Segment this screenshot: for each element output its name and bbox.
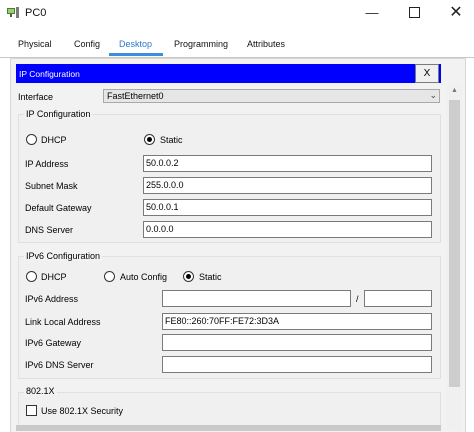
interface-value: FastEthernet0 — [107, 91, 164, 101]
subnet-mask-field[interactable]: 255.0.0.0 — [143, 177, 432, 194]
ipv6-auto-config-radio[interactable] — [104, 271, 115, 282]
chevron-down-icon: ⌄ — [429, 90, 437, 100]
tab-physical[interactable]: Physical — [18, 39, 52, 49]
subnet-mask-label: Subnet Mask — [25, 181, 78, 191]
vertical-scrollbar[interactable]: ▲ — [447, 84, 462, 431]
ipv6-section-label: IPv6 Configuration — [24, 251, 103, 261]
dns-server-field[interactable]: 0.0.0.0 — [143, 221, 432, 238]
tab-bar: Physical Config Desktop Programming Attr… — [0, 36, 474, 58]
minimize-button[interactable]: — — [354, 0, 390, 27]
title-bar: PC0 — ✕ — [0, 0, 474, 27]
dns-server-label: DNS Server — [25, 225, 74, 235]
link-local-address-label: Link Local Address — [25, 317, 101, 327]
tab-config[interactable]: Config — [74, 39, 100, 49]
ip-config-title: IP Configuration — [19, 69, 80, 79]
tab-programming[interactable]: Programming — [174, 39, 228, 49]
prefix-separator: / — [356, 294, 359, 304]
ipv6-address-field[interactable] — [162, 290, 351, 307]
ipv4-static-radio[interactable] — [144, 134, 155, 145]
ipv6-auto-config-label: Auto Config — [120, 272, 168, 282]
link-local-address-field[interactable]: FE80::260:70FF:FE72:3D3A — [162, 313, 432, 330]
ip-config-header: IP Configuration — [16, 64, 441, 83]
default-gateway-field[interactable]: 50.0.0.1 — [143, 199, 432, 216]
active-tab-indicator — [109, 53, 163, 56]
ipv6-static-radio[interactable] — [183, 271, 194, 282]
ip-config-close-button[interactable]: X — [415, 64, 439, 83]
ipv4-section-label: IP Configuration — [24, 109, 93, 119]
ipv6-dhcp-radio[interactable] — [26, 271, 37, 282]
pc-app-icon — [7, 7, 19, 18]
window-title: PC0 — [25, 7, 47, 19]
default-gateway-label: Default Gateway — [25, 203, 92, 213]
scroll-up-arrow-icon[interactable]: ▲ — [447, 84, 462, 98]
ipv6-dns-server-label: IPv6 DNS Server — [25, 360, 94, 370]
use-8021x-checkbox[interactable] — [26, 405, 37, 416]
ipv6-address-label: IPv6 Address — [25, 294, 79, 304]
tab-desktop[interactable]: Desktop — [119, 39, 152, 49]
ipv4-dhcp-label: DHCP — [41, 135, 67, 145]
scroll-thumb[interactable] — [449, 100, 460, 387]
use-8021x-label: Use 802.1X Security — [41, 406, 124, 416]
ipv6-gateway-label: IPv6 Gateway — [25, 338, 82, 348]
interface-select[interactable]: FastEthernet0 ⌄ — [103, 89, 440, 103]
ipv4-dhcp-radio[interactable] — [26, 134, 37, 145]
interface-label: Interface — [18, 92, 54, 102]
ipv6-dns-server-field[interactable] — [162, 356, 432, 373]
tab-attributes[interactable]: Attributes — [247, 39, 285, 49]
maximize-button[interactable] — [396, 0, 432, 27]
ipv6-prefix-field[interactable] — [364, 290, 432, 307]
maximize-icon — [408, 7, 420, 19]
ipv4-static-label: Static — [160, 135, 183, 145]
close-window-button[interactable]: ✕ — [438, 0, 474, 27]
dot1x-section-label: 802.1X — [24, 386, 57, 396]
horizontal-scrollbar[interactable] — [16, 425, 441, 431]
ip-address-field[interactable]: 50.0.0.2 — [143, 155, 432, 172]
ip-address-label: IP Address — [25, 159, 69, 169]
ipv6-dhcp-label: DHCP — [41, 272, 67, 282]
ipv6-static-label: Static — [199, 272, 222, 282]
ipv6-gateway-field[interactable] — [162, 334, 432, 351]
